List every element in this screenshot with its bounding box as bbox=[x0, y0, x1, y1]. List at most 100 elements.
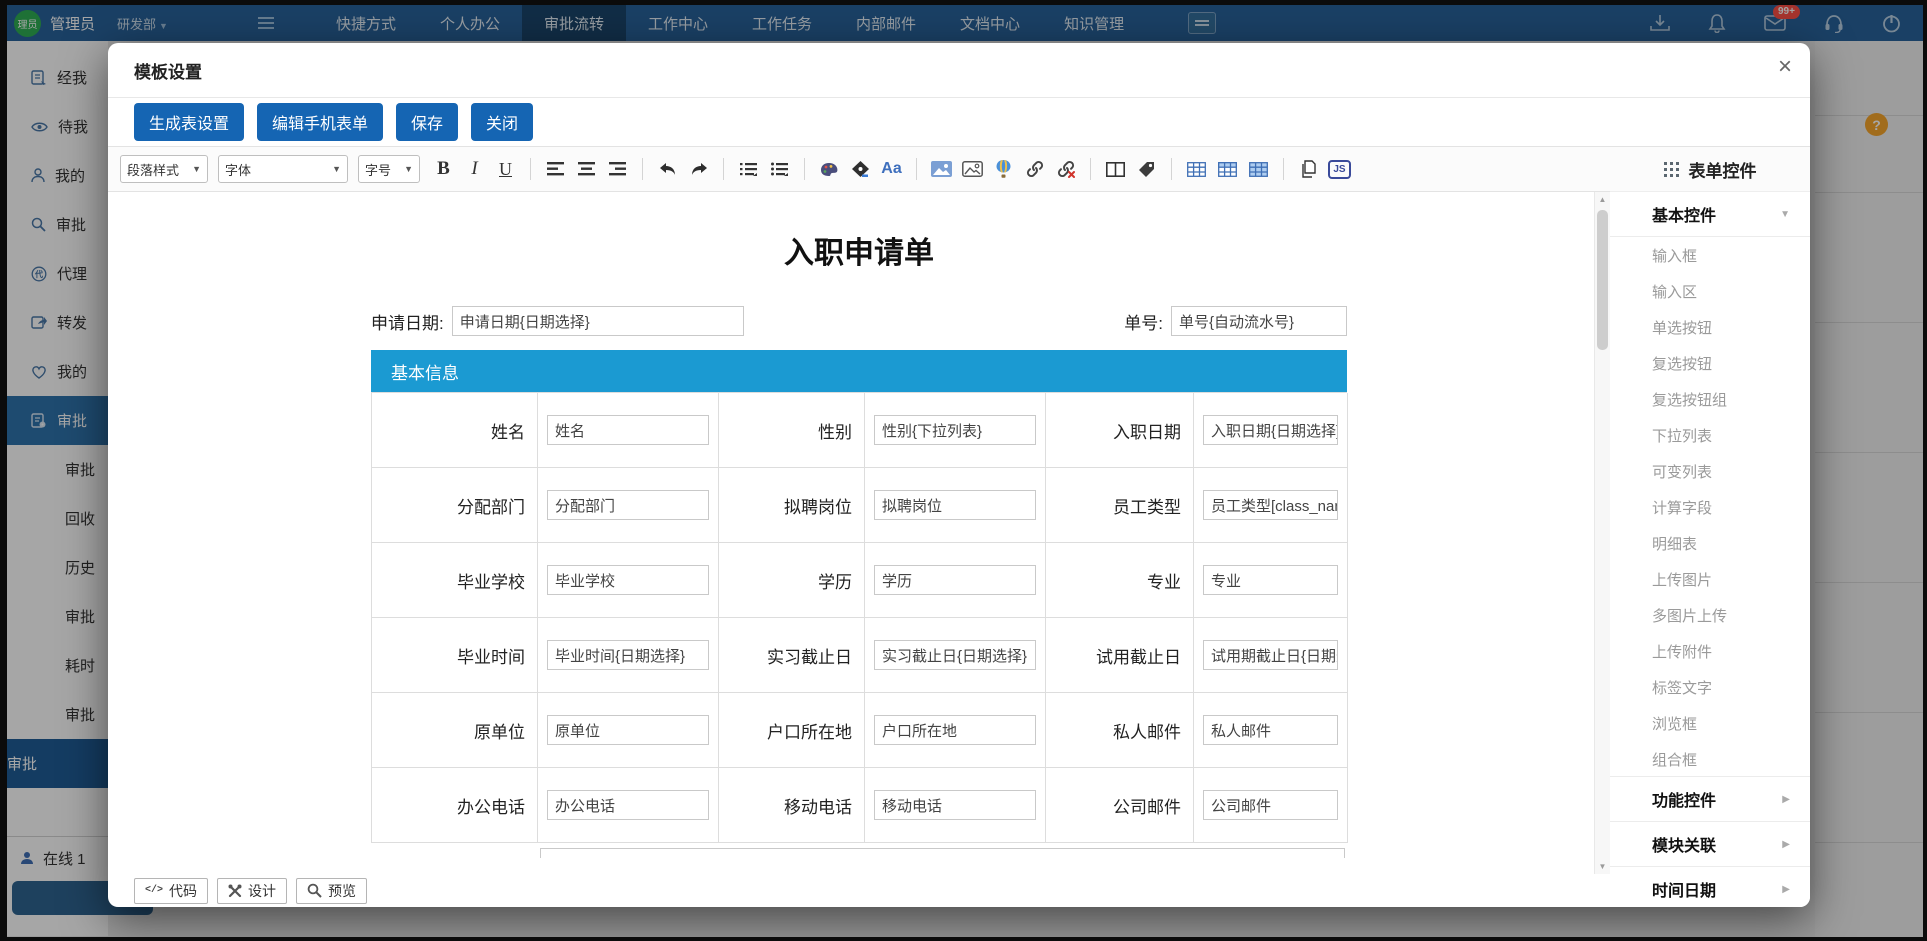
field-input[interactable]: 入职日期{日期选择} bbox=[1203, 415, 1338, 445]
panel-item[interactable]: 可变列表 bbox=[1610, 453, 1810, 489]
field-input-cell: 移动电话 bbox=[865, 768, 1046, 843]
field-input[interactable]: 试用期截止日{日期选择} bbox=[1203, 640, 1338, 670]
undo-icon[interactable] bbox=[654, 156, 681, 183]
field-input[interactable]: 姓名 bbox=[547, 415, 709, 445]
ordered-list-icon[interactable] bbox=[735, 156, 762, 183]
field-input[interactable]: 毕业时间{日期选择} bbox=[547, 640, 709, 670]
panel-item[interactable]: 标签文字 bbox=[1610, 669, 1810, 705]
panel-item[interactable]: 计算字段 bbox=[1610, 489, 1810, 525]
scrollbar-thumb[interactable] bbox=[1597, 210, 1608, 350]
field-label: 拟聘岗位 bbox=[719, 468, 865, 543]
field-input[interactable]: 员工类型[class_name] bbox=[1203, 490, 1338, 520]
table-icon[interactable] bbox=[1183, 156, 1210, 183]
apply-date-input[interactable]: 申请日期{日期选择} bbox=[452, 306, 744, 336]
field-input[interactable]: 户口所在地 bbox=[874, 715, 1036, 745]
toolbar-dropdown[interactable]: 字号▼ bbox=[358, 155, 420, 183]
panel-section-header[interactable]: 模块关联▶ bbox=[1610, 821, 1810, 867]
field-input[interactable]: 性别{下拉列表} bbox=[874, 415, 1036, 445]
align-center-icon[interactable] bbox=[573, 156, 600, 183]
image-outline-icon[interactable] bbox=[959, 156, 986, 183]
field-label: 毕业时间 bbox=[372, 618, 538, 693]
align-left-icon[interactable] bbox=[542, 156, 569, 183]
field-input[interactable]: 原单位 bbox=[547, 715, 709, 745]
field-input[interactable]: 专业 bbox=[1203, 565, 1338, 595]
js-code-icon[interactable]: JS bbox=[1326, 156, 1353, 183]
tab-design[interactable]: 设计 bbox=[217, 878, 287, 904]
action-button[interactable]: 保存 bbox=[396, 103, 458, 141]
align-right-icon[interactable] bbox=[604, 156, 631, 183]
field-label: 专业 bbox=[1046, 543, 1194, 618]
field-input[interactable]: 移动电话 bbox=[874, 790, 1036, 820]
unordered-list-icon[interactable] bbox=[766, 156, 793, 183]
field-input[interactable]: 私人邮件 bbox=[1203, 715, 1338, 745]
balloon-icon[interactable] bbox=[990, 156, 1017, 183]
image-icon[interactable] bbox=[928, 156, 955, 183]
editor-scrollbar[interactable]: ▲ ▼ bbox=[1594, 192, 1610, 874]
field-input[interactable]: 办公电话 bbox=[547, 790, 709, 820]
panel-header: 表单控件 bbox=[1610, 146, 1810, 192]
panel-item[interactable]: 浏览框 bbox=[1610, 705, 1810, 741]
field-input[interactable]: 毕业学校 bbox=[547, 565, 709, 595]
scroll-up-icon[interactable]: ▲ bbox=[1595, 195, 1610, 204]
bold-icon[interactable]: B bbox=[430, 156, 457, 183]
dialog-header: 模板设置 × bbox=[108, 43, 1810, 98]
panel-item[interactable]: 明细表 bbox=[1610, 525, 1810, 561]
panel-item[interactable]: 复选按钮 bbox=[1610, 345, 1810, 381]
field-input[interactable]: 拟聘岗位 bbox=[874, 490, 1036, 520]
underline-icon[interactable]: U bbox=[492, 156, 519, 183]
action-button[interactable]: 生成表设置 bbox=[134, 103, 244, 141]
panel-item[interactable]: 下拉列表 bbox=[1610, 417, 1810, 453]
toolbar-dropdown[interactable]: 段落样式▼ bbox=[120, 155, 208, 183]
tab-code[interactable]: </>代码 bbox=[134, 878, 208, 904]
tag-icon[interactable] bbox=[1133, 156, 1160, 183]
field-label: 实习截止日 bbox=[719, 618, 865, 693]
panel-item[interactable]: 上传附件 bbox=[1610, 633, 1810, 669]
chevron-down-icon: ▼ bbox=[192, 164, 201, 174]
font-case-icon[interactable]: Aa bbox=[878, 156, 905, 183]
panel-item[interactable]: 组合框 bbox=[1610, 741, 1810, 777]
field-input[interactable]: 分配部门 bbox=[547, 490, 709, 520]
link-icon[interactable] bbox=[1021, 156, 1048, 183]
action-button[interactable]: 关闭 bbox=[471, 103, 533, 141]
field-input-cell: 毕业时间{日期选择} bbox=[538, 618, 719, 693]
form-editor-canvas[interactable]: 入职申请单 申请日期: 申请日期{日期选择} 单号: 单号{自动流水号} 基 bbox=[108, 192, 1610, 874]
field-input[interactable]: 学历 bbox=[874, 565, 1036, 595]
panel-item[interactable]: 输入区 bbox=[1610, 273, 1810, 309]
field-label: 毕业学校 bbox=[372, 543, 538, 618]
toolbar-separator bbox=[1171, 158, 1172, 180]
dialog-action-bar: 生成表设置编辑手机表单保存关闭 bbox=[108, 98, 1610, 146]
action-button[interactable]: 编辑手机表单 bbox=[257, 103, 383, 141]
copy-icon[interactable] bbox=[1295, 156, 1322, 183]
redo-icon[interactable] bbox=[685, 156, 712, 183]
table-grid-icon[interactable] bbox=[1245, 156, 1272, 183]
panel-title: 表单控件 bbox=[1689, 157, 1757, 182]
panel-section-header[interactable]: 功能控件▶ bbox=[1610, 776, 1810, 822]
chevron-down-icon: ▼ bbox=[404, 164, 413, 174]
chevron-down-icon: ▼ bbox=[332, 164, 341, 174]
panel-item[interactable]: 上传图片 bbox=[1610, 561, 1810, 597]
panel-item[interactable]: 多图片上传 bbox=[1610, 597, 1810, 633]
field-input-cell: 公司邮件 bbox=[1194, 768, 1348, 843]
italic-icon[interactable]: I bbox=[461, 156, 488, 183]
panel-item[interactable]: 输入框 bbox=[1610, 237, 1810, 273]
panel-section-header[interactable]: 时间日期▶ bbox=[1610, 866, 1810, 907]
serial-input[interactable]: 单号{自动流水号} bbox=[1171, 306, 1347, 336]
font-color-icon[interactable] bbox=[816, 156, 843, 183]
field-label: 员工类型 bbox=[1046, 468, 1194, 543]
field-input[interactable]: 实习截止日{日期选择} bbox=[874, 640, 1036, 670]
field-input-cell: 员工类型[class_name] bbox=[1194, 468, 1348, 543]
bg-color-icon[interactable] bbox=[847, 156, 874, 183]
toolbar-separator bbox=[916, 158, 917, 180]
panel-item[interactable]: 单选按钮 bbox=[1610, 309, 1810, 345]
field-input[interactable]: 公司邮件 bbox=[1203, 790, 1338, 820]
unlink-icon[interactable] bbox=[1052, 156, 1079, 183]
toolbar-dropdown[interactable]: 字体▼ bbox=[218, 155, 348, 183]
table-header-icon[interactable] bbox=[1214, 156, 1241, 183]
scroll-down-icon[interactable]: ▼ bbox=[1595, 862, 1610, 871]
panel-item[interactable]: 复选按钮组 bbox=[1610, 381, 1810, 417]
panel-section-header[interactable]: 基本控件▼ bbox=[1610, 192, 1810, 237]
tab-preview[interactable]: 预览 bbox=[296, 878, 367, 904]
columns-icon[interactable] bbox=[1102, 156, 1129, 183]
close-icon[interactable]: × bbox=[1778, 55, 1792, 79]
form-controls-panel: 表单控件 基本控件▼输入框输入区单选按钮复选按钮复选按钮组下拉列表可变列表计算字… bbox=[1610, 98, 1810, 907]
